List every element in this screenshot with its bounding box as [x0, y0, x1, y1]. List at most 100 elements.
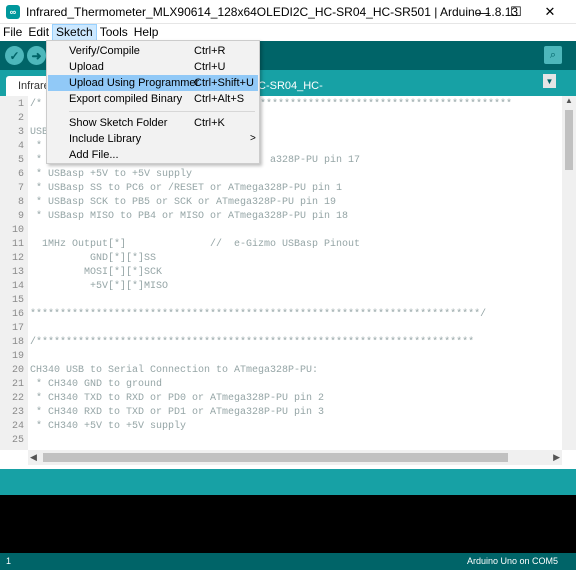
- menu-tools[interactable]: Tools: [97, 24, 131, 41]
- horizontal-scroll-thumb[interactable]: [43, 453, 508, 462]
- code-line: 15: [0, 294, 560, 308]
- menu-item-shortcut: Ctrl+Alt+S: [194, 93, 245, 105]
- code-line: 13 MOSI[*][*]SCK: [0, 266, 560, 280]
- chevron-right-icon: >: [250, 133, 256, 144]
- tab-menu-button[interactable]: ▼: [543, 74, 556, 88]
- line-number: 24: [11, 421, 24, 432]
- code-line: 7 * USBasp SS to PC6 or /RESET or ATmega…: [0, 182, 560, 196]
- menu-bar: File Edit Sketch Tools Help: [0, 24, 576, 41]
- console-divider[interactable]: [0, 469, 576, 495]
- serial-monitor-button[interactable]: ⌕: [544, 46, 562, 64]
- line-number: 14: [11, 281, 24, 292]
- line-number: 1: [17, 99, 24, 110]
- menu-item-shortcut: Ctrl+R: [194, 45, 226, 57]
- vertical-scroll-thumb[interactable]: [565, 110, 573, 170]
- scroll-left-icon[interactable]: ◀: [30, 450, 37, 465]
- magnifier-icon: ⌕: [549, 48, 557, 61]
- menu-item-show-sketch-folder[interactable]: Show Sketch Folder Ctrl+K: [48, 115, 258, 131]
- line-number: 20: [11, 365, 24, 376]
- console-output: [0, 495, 576, 553]
- code-line: 6 * USBasp +5V to +5V supply: [0, 168, 560, 182]
- code-text: *: [30, 141, 43, 152]
- line-number: 2: [17, 113, 24, 124]
- menu-item-label: Include Library: [69, 133, 142, 145]
- menu-item-export-compiled-binary[interactable]: Export compiled Binary Ctrl+Alt+S: [48, 91, 258, 107]
- code-text: * USBasp MISO to PB4 or MISO or ATmega32…: [30, 211, 349, 222]
- line-number: 16: [11, 309, 24, 320]
- menu-item-include-library[interactable]: Include Library >: [48, 131, 258, 147]
- menu-item-shortcut: Ctrl+Shift+U: [194, 77, 254, 89]
- menu-help[interactable]: Help: [131, 24, 162, 41]
- menu-item-verify-compile[interactable]: Verify/Compile Ctrl+R: [48, 43, 258, 59]
- menu-item-shortcut: Ctrl+K: [194, 117, 225, 129]
- code-line: 23 * CH340 RXD to TXD or PD1 or ATmega32…: [0, 406, 560, 420]
- line-number: 17: [11, 323, 24, 334]
- line-number: 12: [11, 253, 24, 264]
- code-line: 20 CH340 USB to Serial Connection to ATme…: [0, 364, 560, 378]
- menu-item-label: Add File...: [69, 149, 119, 161]
- title-bar: ∞ Infrared_Thermometer_MLX90614_128x64OL…: [0, 0, 576, 24]
- menu-sketch[interactable]: Sketch: [52, 24, 97, 41]
- code-text: * USBasp +5V to +5V supply: [30, 169, 193, 180]
- code-line: 14 +5V[*][*]MISO: [0, 280, 560, 294]
- menu-separator: [69, 111, 255, 112]
- sketch-menu-dropdown: Verify/Compile Ctrl+R Upload Ctrl+U Uplo…: [46, 40, 260, 164]
- close-button[interactable]: ✕: [533, 0, 567, 24]
- menu-item-shortcut: Ctrl+U: [194, 61, 226, 73]
- horizontal-scrollbar[interactable]: ◀ ▶: [28, 450, 562, 465]
- code-line: 11 1MHz Output[*] // e-Gizmo USBasp Pino…: [0, 238, 560, 252]
- code-line: 17: [0, 322, 560, 336]
- code-text: CH340 USB to Serial Connection to ATmega…: [30, 365, 319, 376]
- menu-item-label: Verify/Compile: [69, 45, 140, 57]
- line-number: 13: [11, 267, 24, 278]
- code-line: 16 **************************************…: [0, 308, 560, 322]
- line-number-status: 1: [6, 556, 12, 566]
- menu-item-label: Upload Using Programmer: [69, 77, 200, 89]
- code-line: 12 GND[*][*]SS: [0, 252, 560, 266]
- code-line: 22 * CH340 TXD to RXD or PD0 or ATmega32…: [0, 392, 560, 406]
- arduino-logo-icon: ∞: [6, 4, 20, 19]
- code-text: /*: [30, 99, 43, 110]
- menu-item-label: Upload: [69, 61, 104, 73]
- code-text: * CH340 RXD to TXD or PD1 or ATmega328P-…: [30, 407, 325, 418]
- menu-item-add-file[interactable]: Add File...: [48, 147, 258, 163]
- scroll-right-icon[interactable]: ▶: [553, 450, 560, 465]
- code-line: 24 * CH340 +5V to +5V supply: [0, 420, 560, 434]
- line-number: 6: [17, 169, 24, 180]
- line-number: 22: [11, 393, 24, 404]
- chevron-down-icon: ▼: [545, 76, 554, 86]
- menu-edit[interactable]: Edit: [25, 24, 52, 41]
- scroll-up-icon[interactable]: ▲: [562, 96, 576, 108]
- code-text: * CH340 TXD to RXD or PD0 or ATmega328P-…: [30, 393, 325, 404]
- line-number: 25: [11, 435, 24, 446]
- verify-button[interactable]: ✓: [5, 46, 24, 65]
- menu-item-upload[interactable]: Upload Ctrl+U: [48, 59, 258, 75]
- code-line: 19: [0, 350, 560, 364]
- line-number: 11: [11, 239, 24, 250]
- code-text: * USBasp SCK to PB5 or SCK or ATmega328P…: [30, 197, 337, 208]
- upload-button[interactable]: ➜: [27, 46, 46, 65]
- code-text: GND[*][*]SS: [30, 253, 157, 264]
- minimize-button[interactable]: —: [466, 0, 500, 24]
- code-line: 9 * USBasp MISO to PB4 or MISO or ATmega…: [0, 210, 560, 224]
- menu-item-upload-using-programmer[interactable]: Upload Using Programmer Ctrl+Shift+U: [48, 75, 258, 91]
- code-line: 8 * USBasp SCK to PB5 or SCK or ATmega32…: [0, 196, 560, 210]
- line-number: 23: [11, 407, 24, 418]
- code-line: 18 /*************************************…: [0, 336, 560, 350]
- line-number: 9: [17, 211, 24, 222]
- code-text: * CH340 +5V to +5V supply: [30, 421, 187, 432]
- line-number: 4: [17, 141, 24, 152]
- code-text: +5V[*][*]MISO: [30, 281, 169, 292]
- line-number: 7: [17, 183, 24, 194]
- code-text: * CH340 GND to ground: [30, 379, 163, 390]
- vertical-scrollbar[interactable]: ▲: [562, 96, 576, 450]
- line-number: 10: [11, 225, 24, 236]
- code-text: 1MHz Output[*] // e-Gizmo USBasp Pinout: [30, 239, 361, 250]
- line-number: 5: [17, 155, 24, 166]
- code-text: * USBasp SS to PC6 or /RESET or ATmega32…: [30, 183, 343, 194]
- code-text: MOSI[*][*]SCK: [30, 267, 163, 278]
- menu-file[interactable]: File: [0, 24, 25, 41]
- code-line: 21 * CH340 GND to ground: [0, 378, 560, 392]
- maximize-button[interactable]: ☐: [499, 0, 533, 24]
- line-number: 19: [11, 351, 24, 362]
